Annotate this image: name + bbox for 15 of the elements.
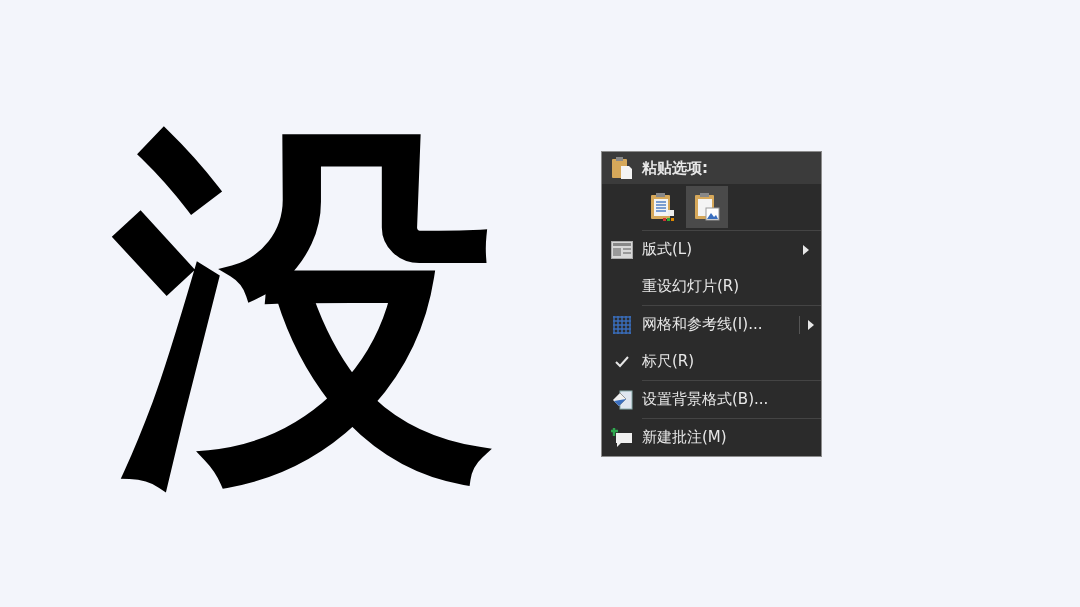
menu-item[interactable]: 新建批注(M) (602, 419, 821, 456)
clipboard-icon (611, 156, 633, 180)
menu-item[interactable]: 版式(L) (602, 231, 821, 268)
paste-picture-icon (694, 192, 720, 222)
menu-header-title: 粘贴选项: (642, 158, 708, 178)
menu-item[interactable]: 设置背景格式(B)... (602, 381, 821, 418)
paste-text-icon (650, 192, 676, 222)
paste-option-button[interactable] (686, 186, 728, 228)
menu-item[interactable]: 标尺(R) (602, 343, 821, 380)
new-comment-icon (611, 427, 633, 448)
grid-icon (613, 315, 631, 334)
paint-bucket-icon (611, 388, 633, 411)
layout-icon (611, 240, 633, 259)
menu-item[interactable]: 重设幻灯片(R) (602, 268, 821, 305)
menu-item[interactable]: 网格和参考线(I)... (602, 306, 821, 343)
